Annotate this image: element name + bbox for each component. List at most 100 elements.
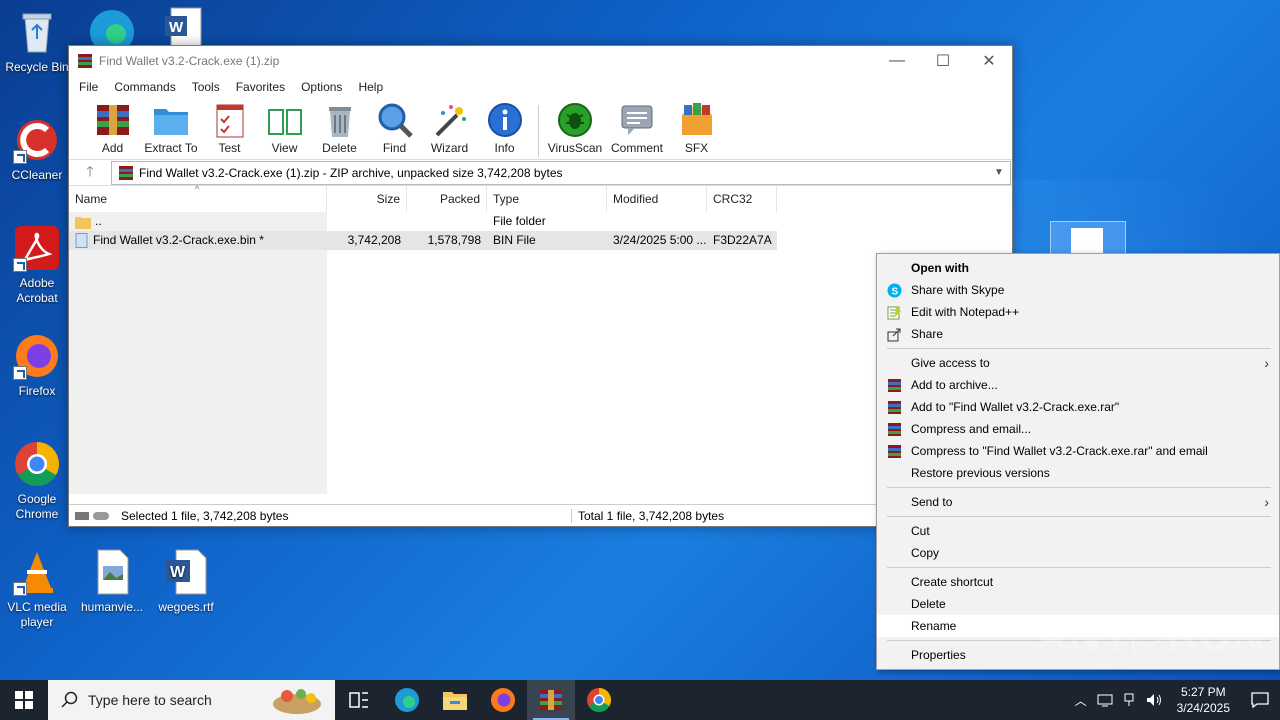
desktop-icon-google-chrome[interactable]: Google Chrome xyxy=(1,440,73,522)
menu-item-create-shortcut[interactable]: Create shortcut xyxy=(877,571,1279,593)
taskbar-firefox[interactable] xyxy=(479,680,527,720)
archive-path-text: Find Wallet v3.2-Crack.exe (1).zip - ZIP… xyxy=(139,165,563,180)
up-one-level-button[interactable]: 🡑 xyxy=(69,161,111,185)
shortcut-arrow-icon xyxy=(13,258,27,272)
menu-item-copy[interactable]: Copy xyxy=(877,542,1279,564)
menu-item-share-with-skype[interactable]: S Share with Skype xyxy=(877,279,1279,301)
winrar-icon xyxy=(888,379,901,392)
usb-device-icon[interactable] xyxy=(1121,692,1137,708)
menu-item-give-access-to[interactable]: Give access to › xyxy=(877,352,1279,374)
maximize-button[interactable]: ☐ xyxy=(920,46,966,76)
desktop-icon-word[interactable]: W xyxy=(163,6,207,47)
start-button[interactable] xyxy=(0,680,48,720)
row-type: BIN File xyxy=(493,233,536,247)
file-list[interactable]: Name Size Packed Type Modified CRC32 ^ .… xyxy=(69,184,1012,494)
menu-item-add-to-archive[interactable]: Add to archive... xyxy=(877,374,1279,396)
menu-separator xyxy=(887,487,1271,488)
menu-item-label: Share with Skype xyxy=(911,283,1005,297)
taskbar-edge[interactable] xyxy=(383,680,431,720)
menu-item-compress-to-rar-and-email[interactable]: Compress to "Find Wallet v3.2-Crack.exe.… xyxy=(877,440,1279,462)
up-arrow-icon: 🡑 xyxy=(86,162,94,179)
column-header-type[interactable]: Type xyxy=(487,186,607,212)
desktop-icon-wegoes[interactable]: W wegoes.rtf xyxy=(150,548,222,615)
wizard-button[interactable]: Wizard xyxy=(422,101,477,155)
firefox-icon xyxy=(13,332,61,380)
menu-file[interactable]: File xyxy=(71,80,106,94)
add-button[interactable]: Add xyxy=(85,101,140,155)
file-icon xyxy=(75,233,88,248)
menu-item-restore-previous-versions[interactable]: Restore previous versions xyxy=(877,462,1279,484)
delete-button[interactable]: Delete xyxy=(312,101,367,155)
wizard-label: Wizard xyxy=(430,141,469,155)
winrar-icon xyxy=(119,165,133,180)
chevron-down-icon[interactable]: ▼ xyxy=(994,167,1010,178)
system-tray: ︿ 5:27 PM 3/24/2025 xyxy=(1069,680,1280,720)
menu-separator xyxy=(887,516,1271,517)
menu-item-label: Edit with Notepad++ xyxy=(911,305,1020,319)
chevron-up-icon[interactable]: ︿ xyxy=(1069,692,1093,709)
task-view-button[interactable] xyxy=(335,680,383,720)
desktop-file-icon[interactable] xyxy=(1050,221,1126,256)
word-document-icon: W xyxy=(162,548,210,596)
toolbar-separator xyxy=(538,105,539,157)
menu-item-open-with[interactable]: Open with xyxy=(877,257,1279,279)
menu-tools[interactable]: Tools xyxy=(184,80,228,94)
close-button[interactable]: ✕ xyxy=(966,46,1012,76)
comment-button[interactable]: Comment xyxy=(605,101,669,155)
menu-item-cut[interactable]: Cut xyxy=(877,520,1279,542)
virusscan-label: VirusScan xyxy=(547,141,603,155)
network-icon[interactable] xyxy=(1097,692,1113,708)
clock-time: 5:27 PM xyxy=(1180,685,1226,699)
taskbar-search-box[interactable]: Type here to search xyxy=(48,680,335,720)
winrar-window[interactable]: Find Wallet v3.2-Crack.exe (1).zip — ☐ ✕… xyxy=(68,45,1013,527)
taskbar-file-explorer[interactable] xyxy=(431,680,479,720)
menu-item-edit-with-notepadpp[interactable]: Edit with Notepad++ xyxy=(877,301,1279,323)
menu-item-label: Restore previous versions xyxy=(911,466,1050,480)
address-bar: 🡑 Find Wallet v3.2-Crack.exe (1).zip - Z… xyxy=(69,160,1012,186)
table-row[interactable]: .. File folder xyxy=(69,212,777,231)
desktop-icon-firefox[interactable]: Firefox xyxy=(1,332,73,399)
find-label: Find xyxy=(382,141,407,155)
speaker-icon[interactable] xyxy=(1145,692,1163,708)
menu-item-compress-and-email[interactable]: Compress and email... xyxy=(877,418,1279,440)
menu-help[interactable]: Help xyxy=(350,80,391,94)
column-header-crc32[interactable]: CRC32 xyxy=(707,186,777,212)
sfx-button[interactable]: SFX xyxy=(669,101,724,155)
desktop-icon-recycle-bin[interactable]: Recycle Bin xyxy=(1,8,73,75)
column-header-modified[interactable]: Modified xyxy=(607,186,707,212)
menu-item-add-to-rar[interactable]: Add to "Find Wallet v3.2-Crack.exe.rar" xyxy=(877,396,1279,418)
add-label: Add xyxy=(101,141,124,155)
menu-options[interactable]: Options xyxy=(293,80,350,94)
view-button[interactable]: View xyxy=(257,101,312,155)
row-type: File folder xyxy=(493,214,546,228)
menu-favorites[interactable]: Favorites xyxy=(228,80,293,94)
archive-path-field[interactable]: Find Wallet v3.2-Crack.exe (1).zip - ZIP… xyxy=(111,160,1011,185)
column-header-size[interactable]: Size xyxy=(327,186,407,212)
desktop-icon-adobe-acrobat[interactable]: Adobe Acrobat xyxy=(1,224,73,306)
notification-center-button[interactable] xyxy=(1240,680,1280,720)
taskbar-winrar[interactable] xyxy=(527,680,575,720)
desktop-icon-edge[interactable] xyxy=(86,6,138,54)
virusscan-button[interactable]: VirusScan xyxy=(545,101,605,155)
menu-commands[interactable]: Commands xyxy=(106,80,183,94)
desktop-icon-label: CCleaner xyxy=(11,168,63,182)
taskbar-chrome[interactable] xyxy=(575,680,623,720)
menu-item-label: Delete xyxy=(911,597,946,611)
row-size: 3,742,208 xyxy=(347,233,401,247)
table-row[interactable]: Find Wallet v3.2-Crack.exe.bin * 3,742,2… xyxy=(69,231,777,250)
desktop-icon-humanvie[interactable]: humanvie... xyxy=(76,548,148,615)
extract-to-button[interactable]: Extract To xyxy=(140,101,202,155)
desktop-icon-vlc[interactable]: VLC media player xyxy=(1,548,73,630)
trash-icon xyxy=(328,107,351,137)
column-header-packed[interactable]: Packed xyxy=(407,186,487,212)
minimize-button[interactable]: — xyxy=(874,46,920,76)
find-button[interactable]: Find xyxy=(367,101,422,155)
test-button[interactable]: Test xyxy=(202,101,257,155)
svg-text:W: W xyxy=(170,564,186,581)
info-button[interactable]: Info xyxy=(477,101,532,155)
desktop-icon-ccleaner[interactable]: CCleaner xyxy=(1,116,73,183)
title-bar[interactable]: Find Wallet v3.2-Crack.exe (1).zip — ☐ ✕ xyxy=(69,46,1012,76)
menu-item-send-to[interactable]: Send to › xyxy=(877,491,1279,513)
clock[interactable]: 5:27 PM 3/24/2025 xyxy=(1167,684,1240,716)
menu-item-share[interactable]: Share xyxy=(877,323,1279,345)
